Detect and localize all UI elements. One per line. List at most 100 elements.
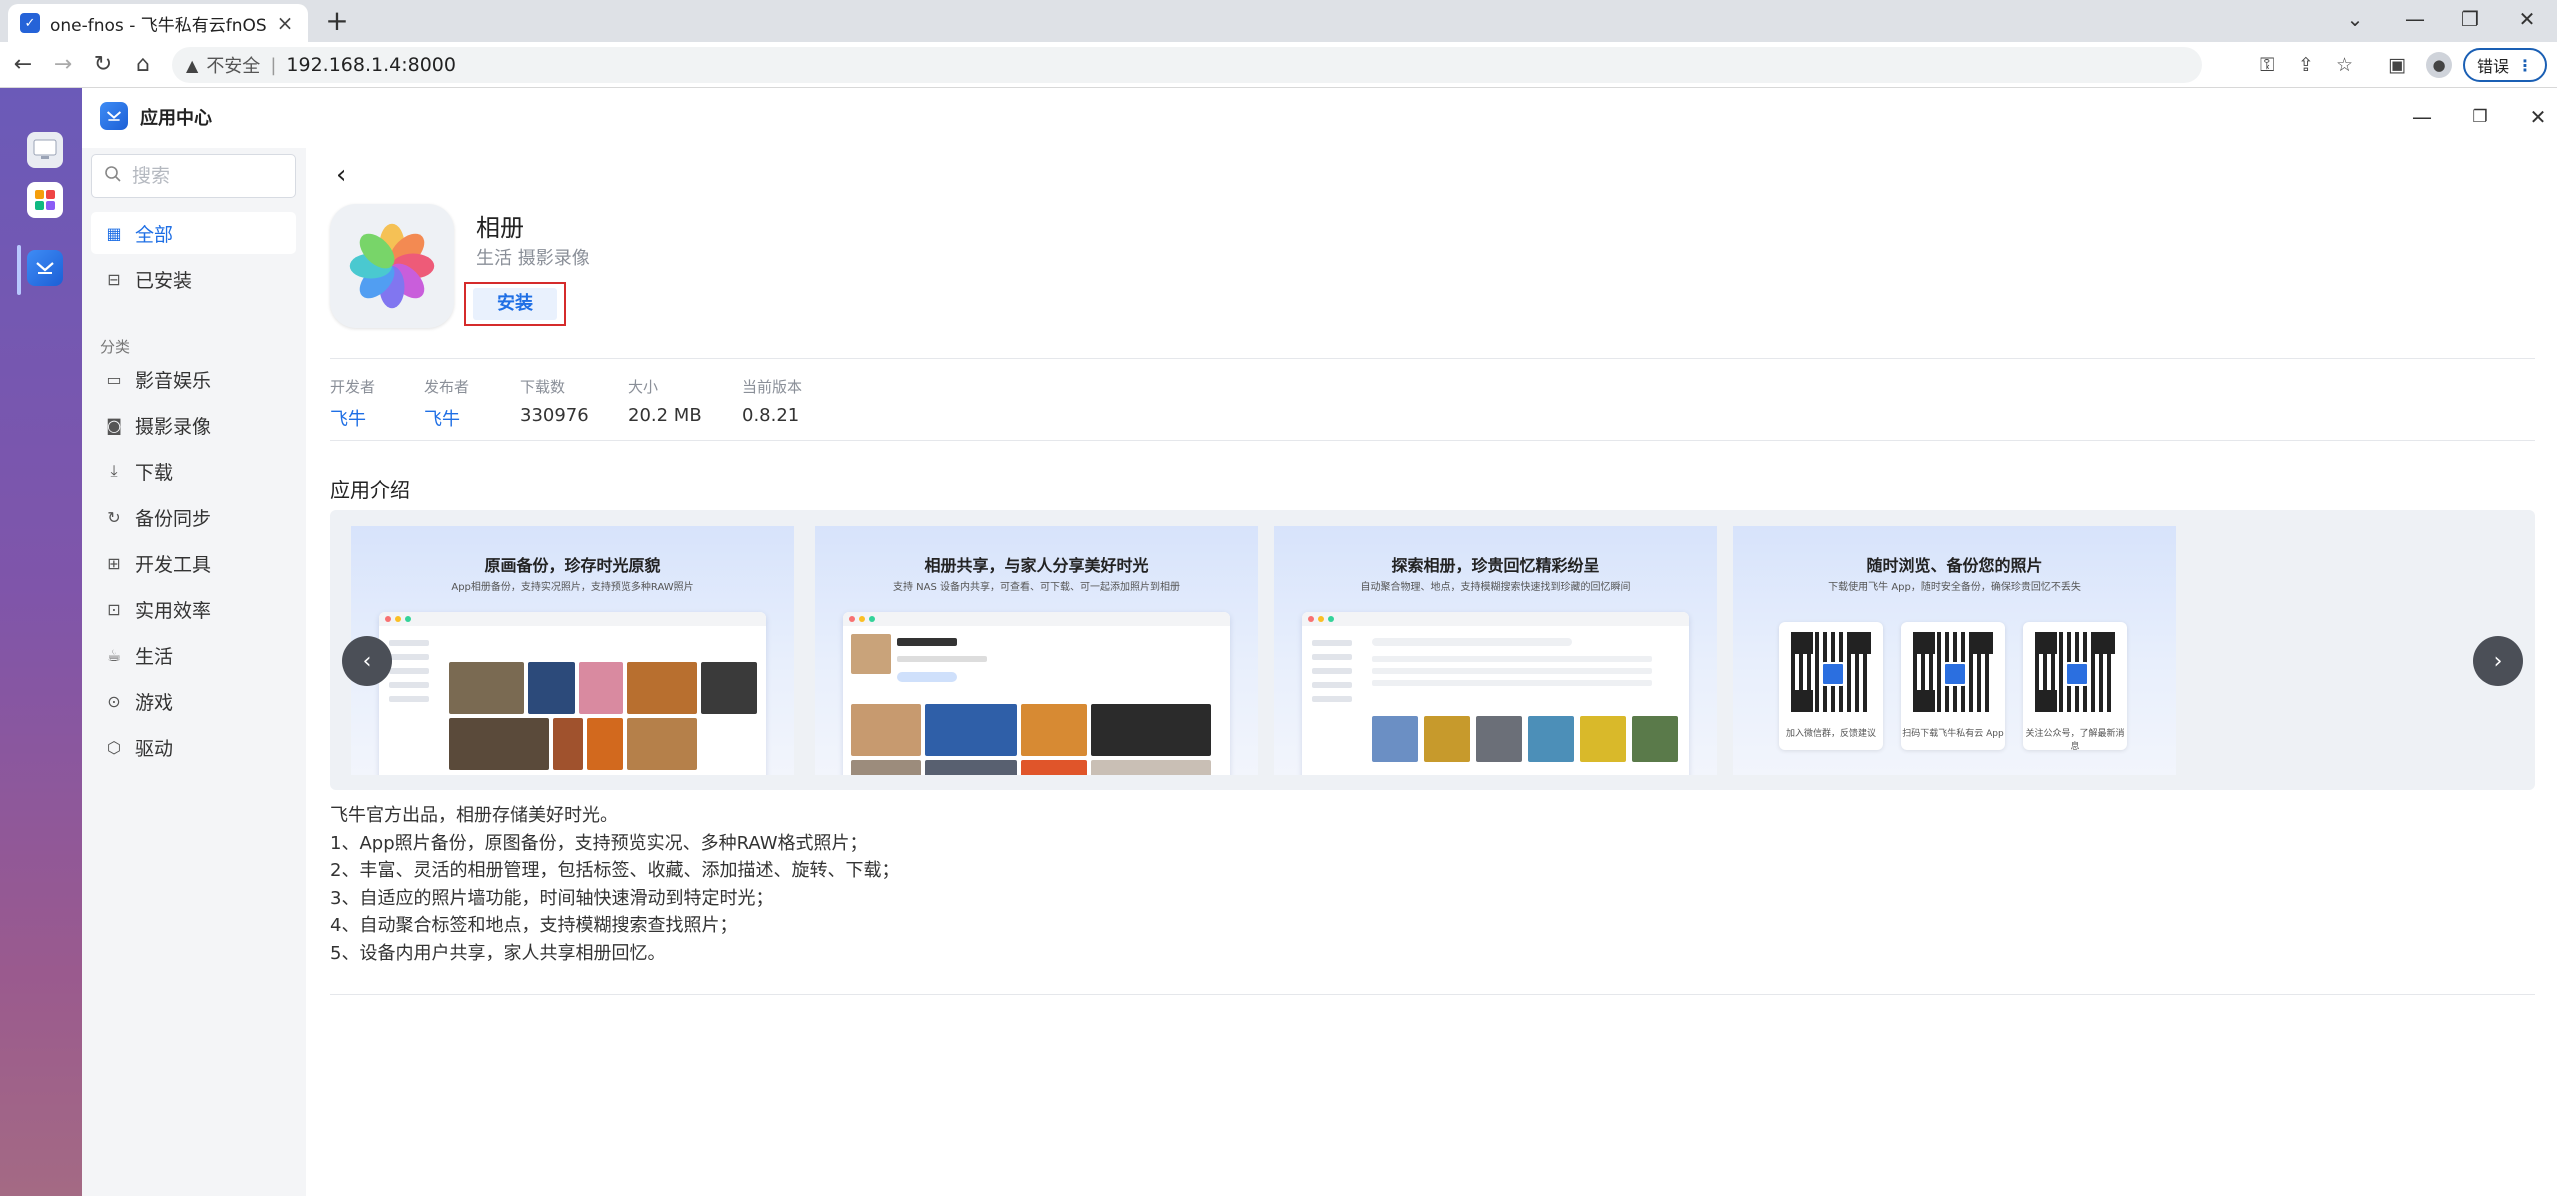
search-input[interactable] [132, 165, 272, 187]
profile-avatar-icon[interactable]: ● [2426, 52, 2452, 78]
meta-key: 下载数 [520, 378, 566, 396]
app-window-title: 应用中心 [140, 108, 212, 129]
sidebar-item-media[interactable]: ▭ 影音娱乐 [91, 358, 296, 400]
app-grid-icon[interactable] [27, 182, 63, 218]
sidebar-item-label: 备份同步 [135, 507, 212, 530]
sidebar-item-download[interactable]: ⤓ 下载 [91, 450, 296, 492]
window-minimize-icon[interactable]: — [2409, 104, 2435, 130]
driver-cube-icon: ⬡ [107, 737, 121, 757]
window-maximize-icon[interactable]: ❐ [2467, 104, 2493, 130]
key-icon[interactable]: ⚿ [2260, 54, 2274, 76]
meta-value: 330976 [520, 405, 589, 426]
search-box [91, 154, 296, 198]
install-button[interactable]: 安装 [473, 288, 557, 320]
camera-icon: ◙ [106, 415, 122, 435]
divider [330, 358, 2535, 359]
intro-heading: 应用介绍 [330, 478, 410, 502]
description-line: 2、丰富、灵活的相册管理，包括标签、收藏、添加描述、旋转、下载； [330, 860, 900, 881]
sidebar-item-label: 游戏 [135, 691, 174, 714]
sidebar-item-games[interactable]: ⊙ 游戏 [91, 680, 296, 722]
browser-tab-bar: ✓ one-fnos - 飞牛私有云fnOS × + ⌄ — ❐ ✕ [0, 0, 2557, 42]
address-bar[interactable]: ▲ 不安全 | 192.168.1.4:8000 [172, 47, 2202, 83]
sidebar-item-productivity[interactable]: ⊡ 实用效率 [91, 588, 296, 630]
sidebar-item-label: 全部 [135, 223, 174, 246]
new-tab-icon[interactable]: + [322, 6, 352, 36]
desktop-dock [0, 88, 82, 1196]
screenshot-subtitle: 自动聚合物理、地点，支持模糊搜索快速找到珍藏的回忆瞬间 [1360, 582, 1631, 593]
screenshot-title: 原画备份，珍存时光原貌 [484, 556, 661, 575]
official-account-qr: 关注公众号，了解最新消息 [2023, 622, 2127, 752]
divider [330, 994, 2535, 995]
sidebar-item-life[interactable]: ☕ 生活 [91, 634, 296, 676]
error-menu-button[interactable]: 错误 ⋮ [2463, 48, 2547, 82]
search-icon [104, 165, 122, 188]
qr-code-icon [1913, 632, 1993, 712]
carousel-next-icon[interactable]: › [2473, 636, 2523, 686]
sidebar-item-label: 摄影录像 [135, 415, 212, 438]
developer-link[interactable]: 飞牛 [330, 405, 375, 431]
publisher-link[interactable]: 飞牛 [424, 405, 469, 431]
sidebar-item-label: 影音娱乐 [135, 369, 212, 392]
category-heading: 分类 [100, 338, 131, 356]
app-center-sidebar: ▦ 全部 ⊟ 已安装 分类 ▭ 影音娱乐 ◙ 摄影录像 ⤓ 下载 ↻ 备份同步 … [82, 148, 306, 1196]
sidebar-item-label: 下载 [135, 461, 174, 484]
screenshot-explore[interactable]: 探索相册，珍贵回忆精彩纷呈 自动聚合物理、地点，支持模糊搜索快速找到珍藏的回忆瞬… [1274, 526, 1717, 775]
toolbox-icon: ⊡ [107, 599, 121, 619]
close-browser-icon[interactable]: ✕ [2497, 0, 2557, 38]
sidebar-item-photography[interactable]: ◙ 摄影录像 [91, 404, 296, 446]
wechat-group-qr: 加入微信群，反馈建议 [1779, 622, 1883, 750]
screenshot-backup[interactable]: 原画备份，珍存时光原貌 App相册备份，支持实况照片，支持预览多种RAW照片 [351, 526, 794, 775]
description-line: 4、自动聚合标签和地点，支持模糊搜索查找照片； [330, 915, 738, 936]
sidebar-item-backup-sync[interactable]: ↻ 备份同步 [91, 496, 296, 538]
minimize-browser-icon[interactable]: — [2385, 0, 2445, 38]
sidebar-item-drivers[interactable]: ⬡ 驱动 [91, 726, 296, 768]
app-center-logo-icon [100, 102, 128, 130]
kebab-menu-icon: ⋮ [2517, 55, 2533, 75]
screenshot-sharing[interactable]: 相册共享，与家人分享美好时光 支持 NAS 设备内共享，可查看、可下载、可一起添… [815, 526, 1258, 775]
divider [330, 440, 2535, 441]
meta-value: 20.2 MB [628, 405, 702, 426]
qr-caption: 关注公众号，了解最新消息 [2025, 729, 2125, 752]
sync-icon: ↻ [107, 507, 121, 527]
screenshot-qr-codes[interactable]: 随时浏览、备份您的照片 下载使用飞牛 App，随时安全备份，确保珍贵回忆不丢失 … [1733, 526, 2176, 775]
life-icon: ☕ [106, 645, 122, 665]
qr-code-icon [2035, 632, 2115, 712]
desktop-monitor-icon[interactable] [27, 132, 63, 168]
sidebar-item-devtools[interactable]: ⊞ 开发工具 [91, 542, 296, 584]
sidebar-item-label: 生活 [135, 645, 174, 668]
photos-app-icon [330, 204, 454, 328]
fnos-favicon-icon: ✓ [20, 13, 40, 33]
reload-icon[interactable]: ↻ [88, 50, 118, 80]
sidebar-item-all[interactable]: ▦ 全部 [91, 212, 296, 254]
tab-search-chevron-icon[interactable]: ⌄ [2325, 0, 2385, 38]
screenshot-carousel: 原画备份，珍存时光原貌 App相册备份，支持实况照片，支持预览多种RAW照片 相… [330, 510, 2535, 790]
back-arrow-icon[interactable]: ← [8, 50, 38, 80]
meta-downloads: 下载数 330976 [520, 376, 589, 426]
side-panel-icon[interactable]: ▣ [2388, 54, 2406, 76]
restore-browser-icon[interactable]: ❐ [2440, 0, 2500, 38]
sidebar-item-installed[interactable]: ⊟ 已安装 [91, 258, 296, 300]
install-button-highlight: 安装 [464, 282, 566, 326]
forward-arrow-icon[interactable]: → [48, 50, 78, 80]
tab-close-icon[interactable]: × [274, 11, 296, 35]
meta-key: 发布者 [424, 378, 470, 396]
share-icon[interactable]: ⇪ [2298, 54, 2314, 76]
insecure-label: 不安全 [206, 56, 261, 77]
gamepad-icon: ⊙ [107, 691, 121, 711]
description-line: 飞牛官方出品，相册存储美好时光。 [330, 805, 618, 826]
qr-caption: 加入微信群，反馈建议 [1785, 729, 1876, 739]
back-chevron-icon[interactable]: ‹ [336, 160, 346, 190]
window-close-icon[interactable]: ✕ [2525, 104, 2551, 130]
dock-active-indicator [17, 245, 21, 295]
meta-size: 大小 20.2 MB [628, 376, 702, 426]
mock-app-window [379, 612, 766, 775]
bookmark-star-icon[interactable]: ☆ [2336, 54, 2353, 76]
carousel-prev-icon[interactable]: ‹ [342, 636, 392, 686]
screenshot-title: 相册共享，与家人分享美好时光 [924, 556, 1149, 575]
app-center-dock-icon[interactable] [27, 250, 63, 286]
app-categories: 生活 摄影录像 [476, 248, 590, 269]
installed-box-icon: ⊟ [107, 269, 121, 289]
browser-tab[interactable]: ✓ one-fnos - 飞牛私有云fnOS × [8, 4, 308, 42]
url-text: 192.168.1.4:8000 [286, 54, 456, 76]
home-icon[interactable]: ⌂ [128, 50, 158, 80]
